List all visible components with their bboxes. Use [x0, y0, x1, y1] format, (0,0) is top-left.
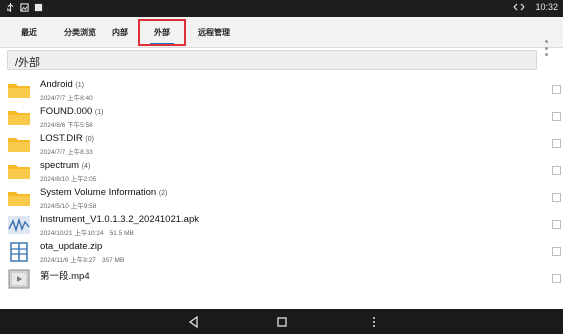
file-name: FOUND.000 (1) [40, 106, 104, 117]
select-checkbox[interactable] [552, 193, 561, 202]
file-size: 357 MB [101, 257, 125, 264]
file-row-found000[interactable]: FOUND.000 (1) 2024/8/6 下午5:58 [0, 103, 563, 130]
folder-icon [8, 192, 30, 206]
file-row-android[interactable]: Android (1) 2024/7/7 上午8:40 [0, 76, 563, 103]
tab-remote-management[interactable]: 远程管理 [186, 17, 242, 47]
file-name: ota_update.zip [40, 241, 103, 252]
video-icon [8, 269, 30, 289]
tab-label: 远程管理 [198, 27, 230, 37]
file-name: Android (1) [40, 79, 84, 90]
select-checkbox[interactable] [552, 139, 561, 148]
folder-icon [8, 84, 30, 98]
file-name: System Volume Information (2) [40, 187, 168, 198]
file-date: 2024/8/6 下午5:58 [40, 122, 93, 129]
file-row-lostdir[interactable]: LOST.DIR (0) 2024/7/7 上午8:33 [0, 130, 563, 157]
file-row-ota-update-zip[interactable]: ota_update.zip 2024/11/6 上午9:27 357 MB [0, 238, 563, 265]
folder-icon [8, 111, 30, 125]
overflow-menu-icon[interactable] [545, 40, 549, 56]
tab-label: 内部 [112, 27, 128, 37]
select-checkbox[interactable] [552, 85, 561, 94]
file-date: 2024/7/7 上午8:33 [40, 149, 93, 156]
current-path: /外部 [15, 57, 41, 69]
select-checkbox[interactable] [552, 247, 561, 256]
file-name: Instrument_V1.0.1.3.2_20241021.apk [40, 214, 199, 225]
tab-label: 最近 [21, 27, 37, 37]
square-icon [34, 3, 43, 12]
file-name: spectrum (4) [40, 160, 91, 171]
back-icon[interactable] [187, 315, 201, 329]
file-meta: 2024/10/21 上午10:24 51.5 MB [40, 230, 134, 237]
link-icon [514, 3, 525, 11]
file-meta: 2024/11/6 上午9:27 357 MB [40, 257, 125, 264]
file-row-system-volume-information[interactable]: System Volume Information (2) 2024/5/10 … [0, 184, 563, 211]
select-checkbox[interactable] [552, 220, 561, 229]
home-icon[interactable] [275, 315, 289, 329]
file-row-spectrum[interactable]: spectrum (4) 2024/8/10 上午2:05 [0, 157, 563, 184]
file-date: 2024/8/10 上午2:05 [40, 176, 97, 183]
file-list: Android (1) 2024/7/7 上午8:40 FOUND.000 (1… [0, 76, 563, 292]
folder-icon [8, 138, 30, 152]
status-bar: 10:32 [0, 0, 563, 17]
select-checkbox[interactable] [552, 112, 561, 121]
path-bar[interactable]: /外部 [7, 50, 537, 70]
tab-bar: 最近 分类浏览 内部 外部 远程管理 [0, 17, 563, 56]
navigation-bar [0, 309, 563, 334]
tab-internal[interactable]: 内部 [100, 17, 140, 47]
tab-label: 分类浏览 [64, 27, 96, 37]
file-date: 2024/5/10 上午9:58 [40, 203, 97, 210]
tab-recent[interactable]: 最近 [14, 17, 44, 47]
file-name: 第一段.mp4 [40, 271, 90, 282]
archive-icon [10, 242, 28, 262]
usb-icon [7, 3, 14, 12]
select-checkbox[interactable] [552, 274, 561, 283]
tab-highlight-box [138, 19, 186, 46]
status-icons-left [6, 3, 43, 12]
image-icon [20, 3, 29, 12]
file-row-instrument-apk[interactable]: Instrument_V1.0.1.3.2_20241021.apk 2024/… [0, 211, 563, 238]
select-checkbox[interactable] [552, 166, 561, 175]
file-row-video-mp4[interactable]: 第一段.mp4 [0, 265, 563, 292]
file-date: 2024/7/7 上午8:40 [40, 95, 93, 102]
status-icons-right: 10:32 [513, 2, 558, 12]
apk-icon [8, 216, 30, 234]
menu-icon[interactable] [367, 315, 381, 329]
file-size: 51.5 MB [109, 230, 134, 237]
folder-icon [8, 165, 30, 179]
file-name: LOST.DIR (0) [40, 133, 94, 144]
status-time: 10:32 [535, 2, 558, 12]
